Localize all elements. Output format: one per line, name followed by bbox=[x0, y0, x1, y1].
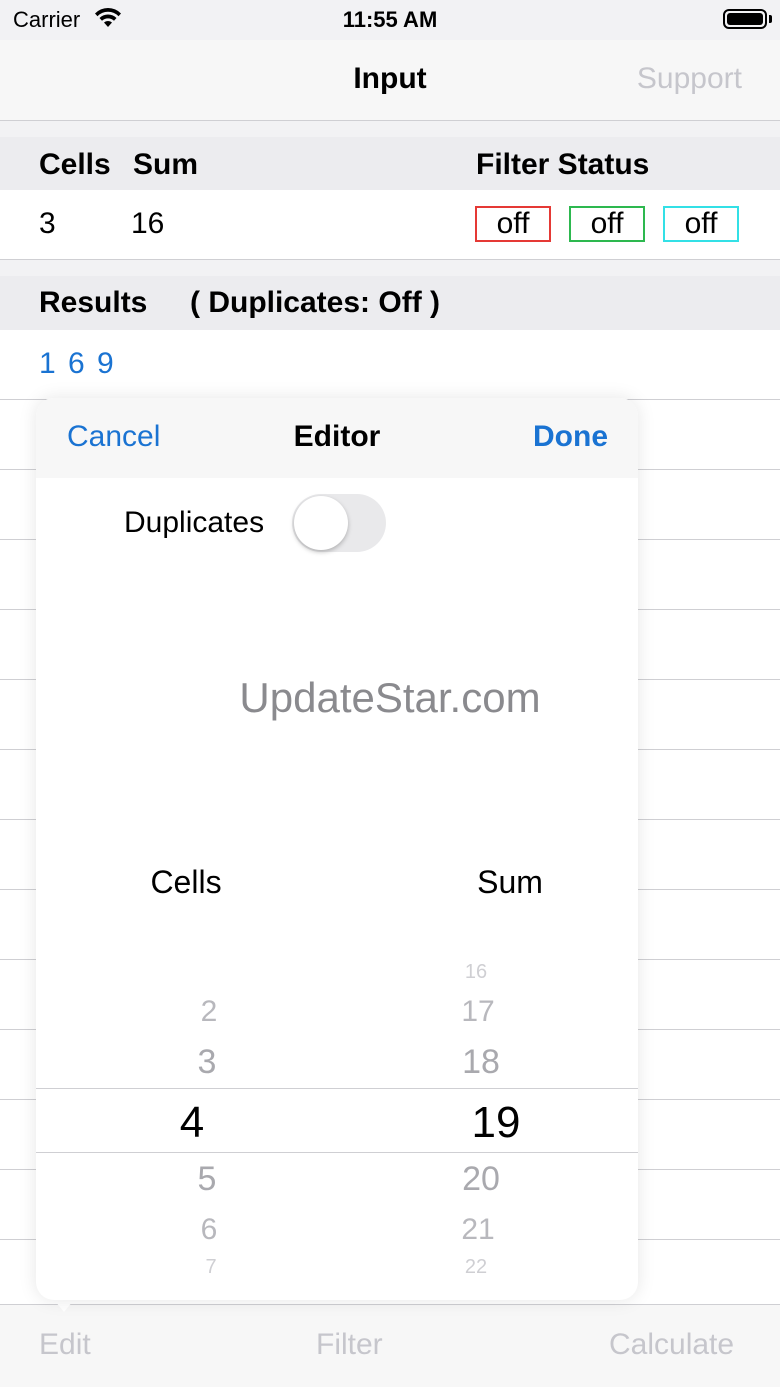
picker-option[interactable]: 3 bbox=[147, 1043, 267, 1082]
filter-status-green[interactable]: off bbox=[569, 206, 645, 242]
filter-status-red[interactable]: off bbox=[475, 206, 551, 242]
clock: 11:55 AM bbox=[342, 7, 438, 32]
picker-option[interactable]: 17 bbox=[418, 995, 538, 1029]
picker-selected-cells[interactable]: 4 bbox=[132, 1098, 252, 1148]
tab-filter[interactable]: Filter bbox=[316, 1328, 383, 1362]
cells-value: 3 bbox=[39, 207, 56, 240]
tab-calculate[interactable]: Calculate bbox=[609, 1328, 734, 1362]
sum-picker-label: Sum bbox=[477, 864, 543, 900]
battery-tip bbox=[769, 15, 772, 23]
cancel-button[interactable]: Cancel bbox=[67, 420, 160, 454]
picker-selected-sum[interactable]: 19 bbox=[436, 1098, 556, 1148]
picker-option[interactable]: 18 bbox=[421, 1043, 541, 1082]
picker-option[interactable]: 2 bbox=[149, 995, 269, 1029]
picker-option[interactable]: 6 bbox=[149, 1213, 269, 1247]
picker-option[interactable]: 22 bbox=[416, 1256, 536, 1279]
picker-option[interactable]: 7 bbox=[151, 1256, 271, 1279]
result-values[interactable]: 1 6 9 bbox=[39, 347, 116, 381]
battery-icon bbox=[723, 9, 767, 29]
filter-status-cyan[interactable]: off bbox=[663, 206, 739, 242]
editor-popover: Editor Cancel Done Duplicates UpdateStar… bbox=[36, 398, 638, 1300]
watermark-text: UpdateStar.com bbox=[239, 674, 541, 721]
duplicates-toggle[interactable] bbox=[292, 494, 386, 552]
table-header bbox=[0, 137, 780, 190]
sum-header: Sum bbox=[133, 148, 199, 181]
tab-edit[interactable]: Edit bbox=[39, 1328, 91, 1362]
picker-option[interactable]: 20 bbox=[421, 1160, 541, 1199]
cells-header: Cells bbox=[39, 148, 111, 181]
picker-option[interactable]: 16 bbox=[416, 961, 536, 984]
duplicates-status: ( Duplicates: Off ) bbox=[190, 286, 441, 319]
duplicates-label: Duplicates bbox=[124, 506, 265, 539]
cells-picker-label: Cells bbox=[150, 864, 222, 900]
sum-value: 16 bbox=[131, 207, 165, 240]
picker-option[interactable]: 5 bbox=[147, 1160, 267, 1199]
support-button[interactable]: Support bbox=[637, 62, 742, 96]
toggle-knob bbox=[294, 496, 348, 550]
done-button[interactable]: Done bbox=[533, 420, 608, 454]
picker-option[interactable]: 21 bbox=[418, 1213, 538, 1247]
results-title: Results bbox=[39, 286, 148, 319]
status-bar: Carrier 11:55 AM bbox=[0, 0, 780, 40]
filter-status-header: Filter Status bbox=[476, 148, 650, 181]
navigation-bar: Input Support bbox=[0, 40, 780, 121]
result-row[interactable] bbox=[0, 330, 780, 400]
